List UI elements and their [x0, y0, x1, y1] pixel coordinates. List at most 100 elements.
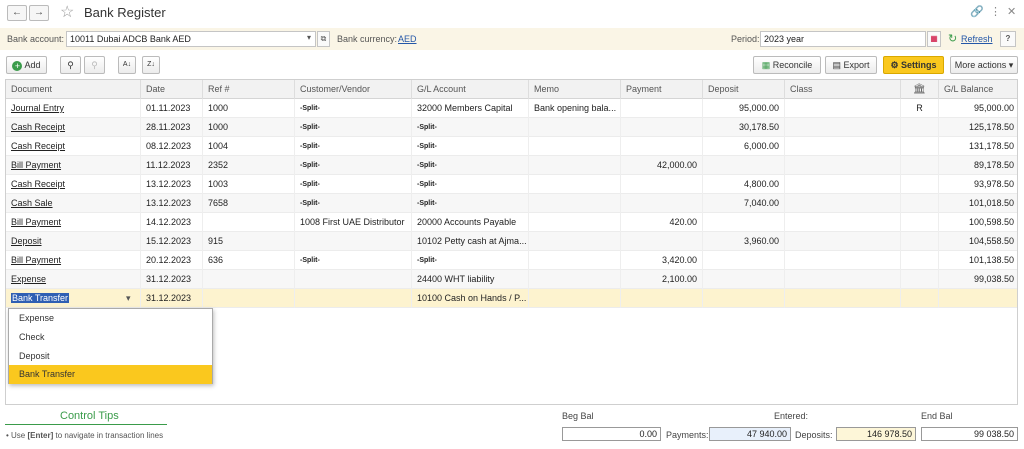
- bank-currency-link[interactable]: AED: [398, 34, 417, 44]
- document-link[interactable]: Bill Payment: [6, 156, 141, 175]
- memo-cell: [529, 213, 621, 232]
- deposits-label: Deposits:: [795, 430, 833, 440]
- sort-az-icon: A↓: [122, 61, 132, 68]
- dropdown-option-check[interactable]: Check: [9, 328, 212, 347]
- help-button[interactable]: ?: [1000, 31, 1016, 47]
- edit-payment[interactable]: [621, 289, 703, 308]
- close-icon[interactable]: ✕: [1007, 5, 1016, 18]
- table-row[interactable]: Bill Payment 11.12.2023 2352 -Split- -Split-…: [6, 156, 1017, 175]
- class-cell: [785, 251, 901, 270]
- edit-customer-vendor[interactable]: [295, 289, 412, 308]
- customer-vendor-cell: -Split-: [295, 137, 412, 156]
- dropdown-option-bank-transfer[interactable]: Bank Transfer: [9, 365, 212, 384]
- dropdown-option-deposit[interactable]: Deposit: [9, 347, 212, 366]
- ref-cell: 1004: [203, 137, 295, 156]
- document-link[interactable]: Cash Receipt: [6, 118, 141, 137]
- edit-deposit[interactable]: [703, 289, 785, 308]
- reconciled-cell: [901, 137, 939, 156]
- edit-ref[interactable]: [203, 289, 295, 308]
- table-row[interactable]: Cash Receipt 28.11.2023 1000 -Split- -Split-…: [6, 118, 1017, 137]
- calendar-icon[interactable]: ▦: [927, 31, 941, 47]
- table-row[interactable]: Cash Sale 13.12.2023 7658 -Split- -Split- 7,0…: [6, 194, 1017, 213]
- sort-za-icon: Z↓: [147, 61, 155, 68]
- date-cell: 01.11.2023: [141, 99, 203, 118]
- gl-account-cell: 24400 WHT liability: [412, 270, 529, 289]
- document-link[interactable]: Deposit: [6, 232, 141, 251]
- selected-document-type: Bank Transfer: [11, 293, 70, 303]
- table-row[interactable]: Cash Receipt 13.12.2023 1003 -Split- -Split-…: [6, 175, 1017, 194]
- balance-cell: 95,000.00: [973, 103, 1014, 113]
- control-tips-divider: [5, 424, 167, 425]
- add-button[interactable]: + Add: [6, 56, 47, 74]
- more-actions-label: More actions: [954, 60, 1007, 70]
- document-link[interactable]: Cash Sale: [6, 194, 141, 213]
- payments-label: Payments:: [666, 430, 709, 440]
- edit-gl-account[interactable]: 10100 Cash on Hands / P...: [412, 289, 529, 308]
- refresh-icon[interactable]: ↻: [948, 32, 957, 45]
- column-header-gl-balance[interactable]: G/L Balance: [939, 80, 1017, 99]
- table-row[interactable]: Cash Receipt 08.12.2023 1004 -Split- -Split-…: [6, 137, 1017, 156]
- sort-ascending-button[interactable]: A↓: [118, 56, 136, 74]
- edit-memo[interactable]: [529, 289, 621, 308]
- chevron-down-icon[interactable]: ▾: [126, 289, 131, 308]
- edit-class[interactable]: [785, 289, 901, 308]
- open-icon[interactable]: ⧉: [317, 31, 330, 47]
- column-header-reconciled[interactable]: 🏛: [901, 80, 939, 99]
- back-button[interactable]: ←: [7, 5, 27, 21]
- export-button[interactable]: ▤ Export: [825, 56, 877, 74]
- settings-button[interactable]: ⚙ Settings: [883, 56, 944, 74]
- refresh-link[interactable]: Refresh: [961, 34, 993, 44]
- document-link[interactable]: Cash Receipt: [6, 137, 141, 156]
- document-link[interactable]: Bill Payment: [6, 213, 141, 232]
- deposit-cell: 95,000.00: [703, 99, 785, 118]
- cancel-search-button[interactable]: ⚲: [84, 56, 105, 74]
- forward-button[interactable]: →: [29, 5, 49, 21]
- period-field[interactable]: 2023 year: [760, 31, 926, 47]
- sort-descending-button[interactable]: Z↓: [142, 56, 160, 74]
- payment-cell: 3,420.00: [621, 251, 703, 270]
- chevron-down-icon[interactable]: ▾: [302, 31, 316, 47]
- more-actions-button[interactable]: More actions ▾: [950, 56, 1018, 74]
- column-header-deposit[interactable]: Deposit: [703, 80, 785, 99]
- table-row[interactable]: Bill Payment 14.12.2023 1008 First UAE Dis…: [6, 213, 1017, 232]
- deposits-value: 146 978.50: [836, 427, 916, 441]
- document-type-select[interactable]: Bank Transfer ▾: [6, 289, 141, 308]
- column-header-date[interactable]: Date: [141, 80, 203, 99]
- document-link[interactable]: Expense: [6, 270, 141, 289]
- link-icon[interactable]: 🔗: [970, 5, 984, 18]
- class-cell: [785, 270, 901, 289]
- table-row[interactable]: Deposit 15.12.2023 915 10102 Petty cash at …: [6, 232, 1017, 251]
- table-row[interactable]: Expense 31.12.2023 24400 WHT liability 2,10…: [6, 270, 1017, 289]
- ref-cell: 1003: [203, 175, 295, 194]
- table-row[interactable]: Bill Payment 20.12.2023 636 -Split- -Split- 3…: [6, 251, 1017, 270]
- table-row[interactable]: Journal Entry 01.11.2023 1000 -Split- 32000 …: [6, 99, 1017, 118]
- ref-cell: [203, 213, 295, 232]
- ref-cell: 1000: [203, 118, 295, 137]
- dropdown-option-expense[interactable]: Expense: [9, 309, 212, 328]
- balance-cell: 99,038.50: [973, 274, 1014, 284]
- column-header-customer-vendor[interactable]: Customer/Vendor: [295, 80, 412, 99]
- gl-account-cell: -Split-: [412, 175, 529, 194]
- document-link[interactable]: Bill Payment: [6, 251, 141, 270]
- column-header-class[interactable]: Class: [785, 80, 901, 99]
- deposit-cell: 7,040.00: [703, 194, 785, 213]
- column-header-gl-account[interactable]: G/L Account: [412, 80, 529, 99]
- reconcile-button[interactable]: ▦ Reconcile: [753, 56, 821, 74]
- document-link[interactable]: Journal Entry: [6, 99, 141, 118]
- export-icon: ▤: [832, 60, 841, 70]
- column-header-payment[interactable]: Payment: [621, 80, 703, 99]
- find-button[interactable]: ⚲: [60, 56, 81, 74]
- tip-key: [Enter]: [27, 431, 54, 440]
- reconciled-cell: [901, 175, 939, 194]
- column-header-document[interactable]: Document: [6, 80, 141, 99]
- favorite-star-icon[interactable]: ☆: [60, 2, 74, 22]
- edit-row[interactable]: Bank Transfer ▾ 31.12.2023 10100 Cash on…: [6, 289, 1017, 308]
- column-header-ref[interactable]: Ref #: [203, 80, 295, 99]
- edit-date[interactable]: 31.12.2023: [141, 289, 203, 308]
- payment-cell: [621, 232, 703, 251]
- document-link[interactable]: Cash Receipt: [6, 175, 141, 194]
- edit-reconciled[interactable]: [901, 289, 939, 308]
- more-icon[interactable]: ⋮: [990, 5, 1001, 18]
- column-header-memo[interactable]: Memo: [529, 80, 621, 99]
- bank-account-field[interactable]: 10011 Dubai ADCB Bank AED: [66, 31, 316, 47]
